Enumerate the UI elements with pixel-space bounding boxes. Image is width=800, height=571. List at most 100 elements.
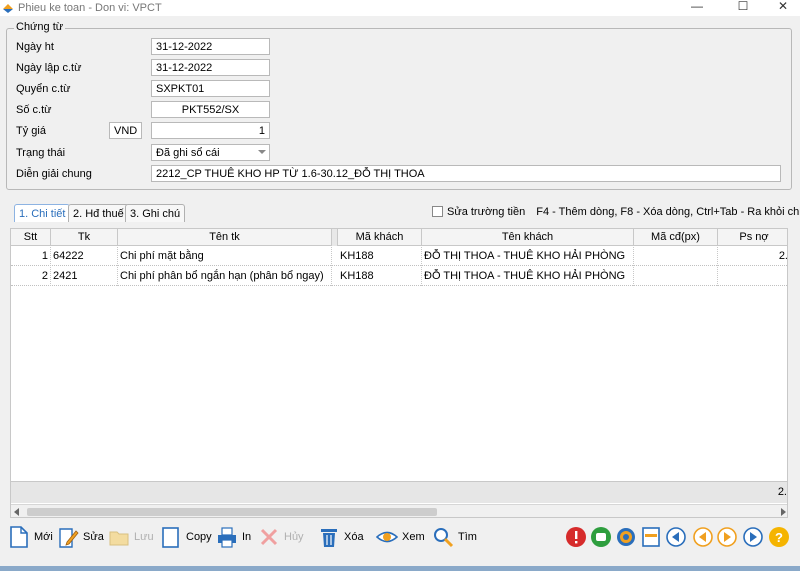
ngay-lap-label: Ngày lập c.từ xyxy=(16,62,82,74)
cell-ma-cd[interactable] xyxy=(634,267,718,286)
notes-icon[interactable] xyxy=(590,526,612,548)
col-header-ten-khach[interactable]: Tên khách xyxy=(422,229,634,246)
grid-total-row: 2. xyxy=(11,481,787,503)
trang-thai-select[interactable]: Đã ghi sổ cái xyxy=(151,144,270,161)
so-ct-label: Số c.từ xyxy=(16,104,52,116)
horizontal-scrollbar[interactable] xyxy=(11,504,787,517)
col-header-ma-cd[interactable]: Mã cđ(px) xyxy=(634,229,718,246)
col-header-ma-khach[interactable]: Mã khách xyxy=(338,229,422,246)
dien-giai-label: Diễn giải chung xyxy=(16,168,92,180)
title-bar: Phieu ke toan - Don vi: VPCT — ☐ ✕ xyxy=(0,0,800,16)
ngay-lap-field[interactable]: 31-12-2022 xyxy=(151,59,270,76)
close-button[interactable]: ✕ xyxy=(768,0,798,14)
table-row[interactable]: 1 64222 Chi phí mặt bằng KH188 ĐỖ THỊ TH… xyxy=(11,247,787,266)
cancel-button-label: Hủy xyxy=(284,531,304,543)
scroll-thumb[interactable] xyxy=(27,508,437,516)
cell-ma-khach[interactable]: KH188 xyxy=(338,267,422,286)
cell-ma-khach[interactable]: KH188 xyxy=(338,247,422,266)
new-button[interactable]: Mới xyxy=(8,522,53,552)
edit-money-checkbox[interactable] xyxy=(432,206,443,217)
next-record-icon[interactable] xyxy=(716,526,738,548)
cell-tk[interactable]: 64222 xyxy=(51,247,118,266)
copy-icon xyxy=(162,527,179,548)
tab-hd-thue[interactable]: 2. Hđ thuế xyxy=(68,204,129,222)
info-icon[interactable] xyxy=(565,526,587,548)
maximize-button[interactable]: ☐ xyxy=(728,0,758,14)
cell-stt: 1 xyxy=(11,247,51,266)
edit-money-label: Sửa trường tiền xyxy=(447,206,526,218)
cell-ten-tk: Chi phí phân bổ ngắn hạn (phân bổ ngay) xyxy=(118,267,332,286)
ty-gia-label: Tỷ giá xyxy=(16,125,46,137)
quyen-label: Quyển c.từ xyxy=(16,83,71,95)
table-row[interactable]: 2 2421 Chi phí phân bổ ngắn hạn (phân bổ… xyxy=(11,267,787,286)
eye-icon xyxy=(376,531,398,543)
delete-button[interactable]: Xóa xyxy=(318,522,364,552)
cell-ps-no[interactable] xyxy=(718,267,787,286)
dien-giai-field[interactable]: 2212_CP THUÊ KHO HP TỪ 1.6-30.12_ĐỖ THỊ … xyxy=(151,165,781,182)
trang-thai-value: Đã ghi sổ cái xyxy=(156,147,220,159)
cancel-x-icon xyxy=(260,528,278,546)
status-bar xyxy=(0,566,800,571)
edit-button-label: Sửa xyxy=(83,531,104,543)
delete-button-label: Xóa xyxy=(344,531,364,543)
cell-ten-khach: ĐỖ THỊ THOA - THUÊ KHO HẢI PHÒNG xyxy=(422,267,634,286)
ngay-ht-field[interactable]: 31-12-2022 xyxy=(151,38,270,55)
voucher-group-title: Chứng từ xyxy=(14,21,66,33)
shortcut-hint: F4 - Thêm dòng, F8 - Xóa dòng, Ctrl+Tab … xyxy=(536,206,800,218)
svg-text:?: ? xyxy=(775,530,783,545)
folder-save-icon xyxy=(109,531,129,546)
ngay-ht-label: Ngày ht xyxy=(16,41,54,53)
grid-header: Stt Tk Tên tk Mã khách Tên khách Mã cđ(p… xyxy=(11,229,787,246)
cell-ten-khach: ĐỖ THỊ THOA - THUÊ KHO HẢI PHÒNG xyxy=(422,247,634,266)
col-header-tk[interactable]: Tk xyxy=(51,229,118,246)
last-record-icon[interactable] xyxy=(742,526,764,548)
exchange-rate-field[interactable]: 1 xyxy=(151,122,270,139)
new-document-icon xyxy=(10,526,28,548)
edit-money-area: Sửa trường tiền F4 - Thêm dòng, F8 - Xóa… xyxy=(432,206,800,218)
help-icon[interactable]: ? xyxy=(768,526,790,548)
col-header-stt[interactable]: Stt xyxy=(11,229,51,246)
copy-button[interactable]: Copy xyxy=(160,522,212,552)
currency-field[interactable]: VND xyxy=(109,122,142,139)
col-header-ten-tk[interactable]: Tên tk xyxy=(118,229,332,246)
find-button-label: Tìm xyxy=(458,531,477,543)
quyen-field[interactable]: SXPKT01 xyxy=(151,80,270,97)
previous-record-icon[interactable] xyxy=(692,526,714,548)
tab-chi-tiet[interactable]: 1. Chi tiết xyxy=(14,204,71,222)
tab-ghi-chu[interactable]: 3. Ghi chú xyxy=(125,204,186,222)
copy-button-label: Copy xyxy=(186,531,212,543)
cell-ma-cd[interactable] xyxy=(634,247,718,266)
cell-ten-tk: Chi phí mặt bằng xyxy=(118,247,332,266)
edit-button[interactable]: Sửa xyxy=(57,522,104,552)
trash-icon xyxy=(321,529,337,547)
col-header-ps-no[interactable]: Ps nợ xyxy=(718,229,787,246)
view-button-label: Xem xyxy=(402,531,425,543)
window-title: Phieu ke toan - Don vi: VPCT xyxy=(18,2,162,14)
minimize-button[interactable]: — xyxy=(682,0,712,14)
so-ct-field[interactable]: PKT552/SX xyxy=(151,101,270,118)
save-button-label: Lưu xyxy=(134,531,154,543)
chevron-down-icon xyxy=(258,150,266,154)
scroll-right-icon[interactable] xyxy=(781,508,786,516)
trang-thai-label: Trạng thái xyxy=(16,147,66,159)
first-record-icon[interactable] xyxy=(665,526,687,548)
cancel-button[interactable]: Hủy xyxy=(258,522,304,552)
detail-grid: Stt Tk Tên tk Mã khách Tên khách Mã cđ(p… xyxy=(10,228,788,518)
gear-icon[interactable] xyxy=(615,526,637,548)
cell-tk[interactable]: 2421 xyxy=(51,267,118,286)
report-icon[interactable] xyxy=(640,526,662,548)
grid-total-value: 2. xyxy=(777,486,787,498)
find-button[interactable]: Tìm xyxy=(432,522,477,552)
view-button[interactable]: Xem xyxy=(376,522,425,552)
cell-ps-no[interactable]: 2. xyxy=(718,247,787,266)
print-button[interactable]: In xyxy=(216,522,251,552)
edit-pencil-icon xyxy=(59,528,79,548)
print-button-label: In xyxy=(242,531,252,543)
action-toolbar: Mới Sửa Lưu Copy In Hủy Xóa Xem Tìm ? xyxy=(0,522,800,554)
scroll-left-icon[interactable] xyxy=(14,508,19,516)
cell-stt: 2 xyxy=(11,267,51,286)
new-button-label: Mới xyxy=(34,531,53,543)
app-logo-icon xyxy=(3,4,13,13)
save-button[interactable]: Lưu xyxy=(108,522,154,552)
search-icon xyxy=(434,528,454,548)
